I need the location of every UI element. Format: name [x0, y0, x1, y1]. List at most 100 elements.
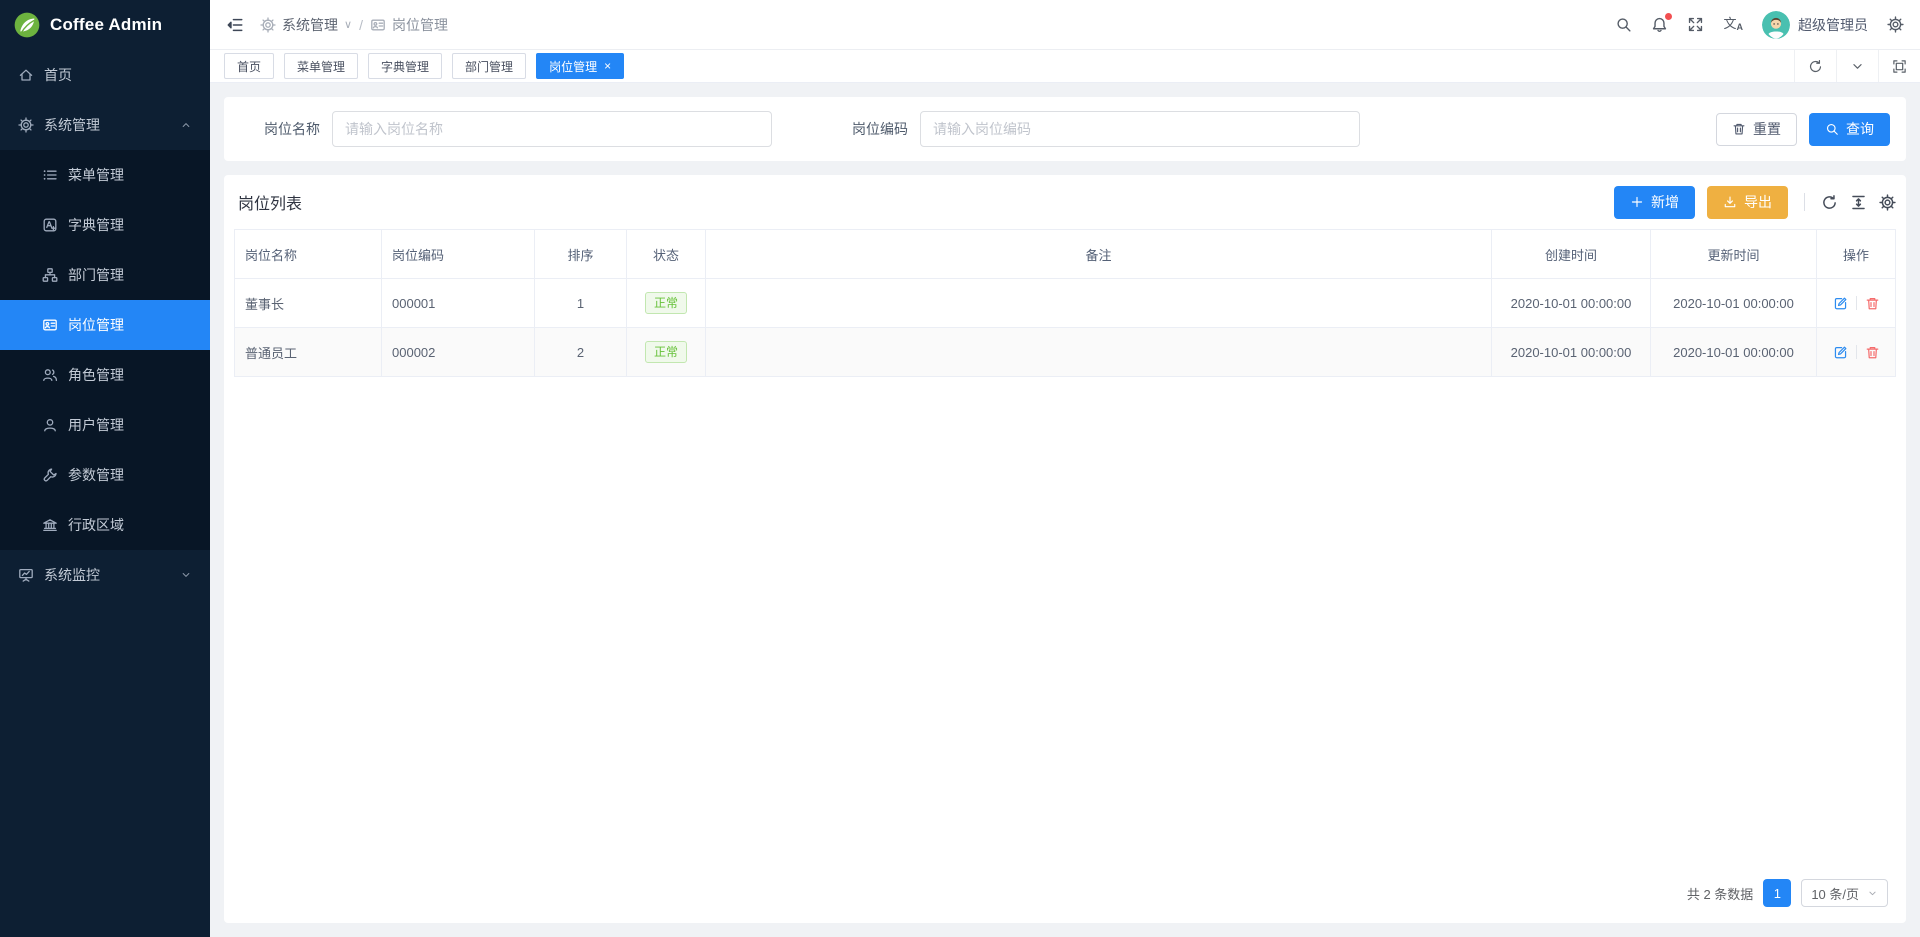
sidebar-item-system-management[interactable]: 系统管理: [0, 100, 210, 150]
cell-status: 正常: [627, 328, 706, 377]
sidebar-item-department-management[interactable]: 部门管理: [0, 250, 210, 300]
pagination: 共 2 条数据 1 10 条/页: [234, 879, 1896, 923]
breadcrumb-post-management: 岗位管理: [370, 15, 448, 35]
sidebar-item-label: 字典管理: [68, 215, 124, 235]
cell-sort: 2: [535, 328, 627, 377]
query-button[interactable]: 查询: [1809, 113, 1890, 146]
gear-icon: [18, 117, 34, 133]
refresh-table-button[interactable]: [1821, 194, 1838, 211]
trash-icon: [1732, 122, 1746, 136]
home-icon: [18, 67, 34, 83]
reset-button[interactable]: 重置: [1716, 113, 1797, 146]
sidebar-item-dictionary-management[interactable]: 字典管理: [0, 200, 210, 250]
sidebar-item-label: 部门管理: [68, 265, 124, 285]
sidebar-collapse-button[interactable]: [226, 16, 244, 34]
toolbar-divider: [1804, 193, 1805, 211]
post-code-label: 岗位编码: [828, 119, 920, 139]
settings-button[interactable]: [1887, 16, 1904, 33]
refresh-tab-button[interactable]: [1794, 50, 1836, 82]
chevron-up-icon: [180, 119, 192, 131]
download-icon: [1723, 195, 1737, 209]
tab-menu-management[interactable]: 菜单管理: [284, 53, 358, 79]
tab-dictionary-management[interactable]: 字典管理: [368, 53, 442, 79]
sidebar-item-administrative-region[interactable]: 行政区域: [0, 500, 210, 550]
search-icon: [1615, 16, 1632, 33]
col-sort: 排序: [535, 230, 627, 279]
list-icon: [42, 167, 58, 183]
sidebar-item-system-monitoring[interactable]: 系统监控: [0, 550, 210, 600]
row-height-icon: [1850, 194, 1867, 211]
delete-button[interactable]: [1865, 345, 1880, 360]
sidebar-item-user-management[interactable]: 用户管理: [0, 400, 210, 450]
user-menu[interactable]: 超级管理员: [1762, 11, 1868, 39]
notifications-button[interactable]: [1651, 16, 1668, 33]
col-status: 状态: [627, 230, 706, 279]
sidebar: Coffee Admin 首页 系统管理 菜单管理 字典管理 部门管理 岗位管理…: [0, 0, 210, 937]
cell-updated: 2020-10-01 00:00:00: [1651, 279, 1817, 328]
delete-button[interactable]: [1865, 296, 1880, 311]
caret-down-icon: ∨: [344, 18, 352, 31]
refresh-icon: [1808, 59, 1823, 74]
app-title: Coffee Admin: [50, 15, 162, 35]
edit-icon: [1833, 345, 1848, 360]
sidebar-item-label: 参数管理: [68, 465, 124, 485]
tab-department-management[interactable]: 部门管理: [452, 53, 526, 79]
idcard-icon: [370, 17, 386, 33]
chevron-down-icon: [1867, 888, 1878, 899]
maximize-icon: [1892, 59, 1907, 74]
page-size-select[interactable]: 10 条/页: [1801, 879, 1888, 907]
add-button[interactable]: 新增: [1614, 186, 1695, 219]
breadcrumb-separator: /: [359, 17, 363, 33]
fullscreen-icon: [1687, 16, 1704, 33]
cell-post-name: 普通员工: [235, 328, 382, 377]
header-search-button[interactable]: [1615, 16, 1632, 33]
sidebar-item-post-management[interactable]: 岗位管理: [0, 300, 210, 350]
sidebar-item-label: 系统管理: [44, 115, 100, 135]
org-tree-icon: [42, 267, 58, 283]
row-density-button[interactable]: [1850, 194, 1867, 211]
sidebar-item-role-management[interactable]: 角色管理: [0, 350, 210, 400]
col-actions: 操作: [1817, 230, 1896, 279]
sidebar-item-menu-management[interactable]: 菜单管理: [0, 150, 210, 200]
table-row: 普通员工 000002 2 正常 2020-10-01 00:00:00 202…: [235, 328, 1896, 377]
tab-home[interactable]: 首页: [224, 53, 274, 79]
system-management-submenu: 菜单管理 字典管理 部门管理 岗位管理 角色管理 用户管理 参数管理 行政区域: [0, 150, 210, 550]
app-logo[interactable]: Coffee Admin: [0, 0, 210, 50]
cell-sort: 1: [535, 279, 627, 328]
gear-icon: [1879, 194, 1896, 211]
breadcrumb-system-management[interactable]: 系统管理 ∨: [260, 15, 352, 35]
sidebar-item-label: 行政区域: [68, 515, 124, 535]
cell-created: 2020-10-01 00:00:00: [1492, 328, 1651, 377]
gear-icon: [260, 17, 276, 33]
sidebar-item-label: 系统监控: [44, 565, 100, 585]
cell-status: 正常: [627, 279, 706, 328]
page-1-button[interactable]: 1: [1763, 879, 1791, 907]
sidebar-item-label: 首页: [44, 65, 72, 85]
idcard-icon: [42, 317, 58, 333]
sidebar-item-parameter-management[interactable]: 参数管理: [0, 450, 210, 500]
close-icon[interactable]: ×: [604, 60, 611, 72]
edit-button[interactable]: [1833, 296, 1848, 311]
notification-badge: [1665, 13, 1672, 20]
edit-button[interactable]: [1833, 345, 1848, 360]
export-button[interactable]: 导出: [1707, 186, 1788, 219]
col-created: 创建时间: [1492, 230, 1651, 279]
fullscreen-button[interactable]: [1687, 16, 1704, 33]
plus-icon: [1630, 195, 1644, 209]
tab-options-button[interactable]: [1836, 50, 1878, 82]
refresh-icon: [1821, 194, 1838, 211]
translate-icon: 文: [1723, 17, 1736, 30]
cell-created: 2020-10-01 00:00:00: [1492, 279, 1651, 328]
post-list-card: 岗位列表 新增 导出: [224, 175, 1906, 923]
total-count-label: 共 2 条数据: [1687, 884, 1753, 903]
maximize-content-button[interactable]: [1878, 50, 1920, 82]
tab-post-management[interactable]: 岗位管理 ×: [536, 53, 624, 79]
tab-bar: 首页 菜单管理 字典管理 部门管理 岗位管理 ×: [210, 50, 1920, 83]
sidebar-item-home[interactable]: 首页: [0, 50, 210, 100]
post-name-input[interactable]: [332, 111, 772, 147]
spring-leaf-logo-icon: [14, 12, 40, 38]
trash-icon: [1865, 296, 1880, 311]
post-code-input[interactable]: [920, 111, 1360, 147]
column-settings-button[interactable]: [1879, 194, 1896, 211]
language-switch-button[interactable]: 文 A: [1723, 17, 1743, 32]
